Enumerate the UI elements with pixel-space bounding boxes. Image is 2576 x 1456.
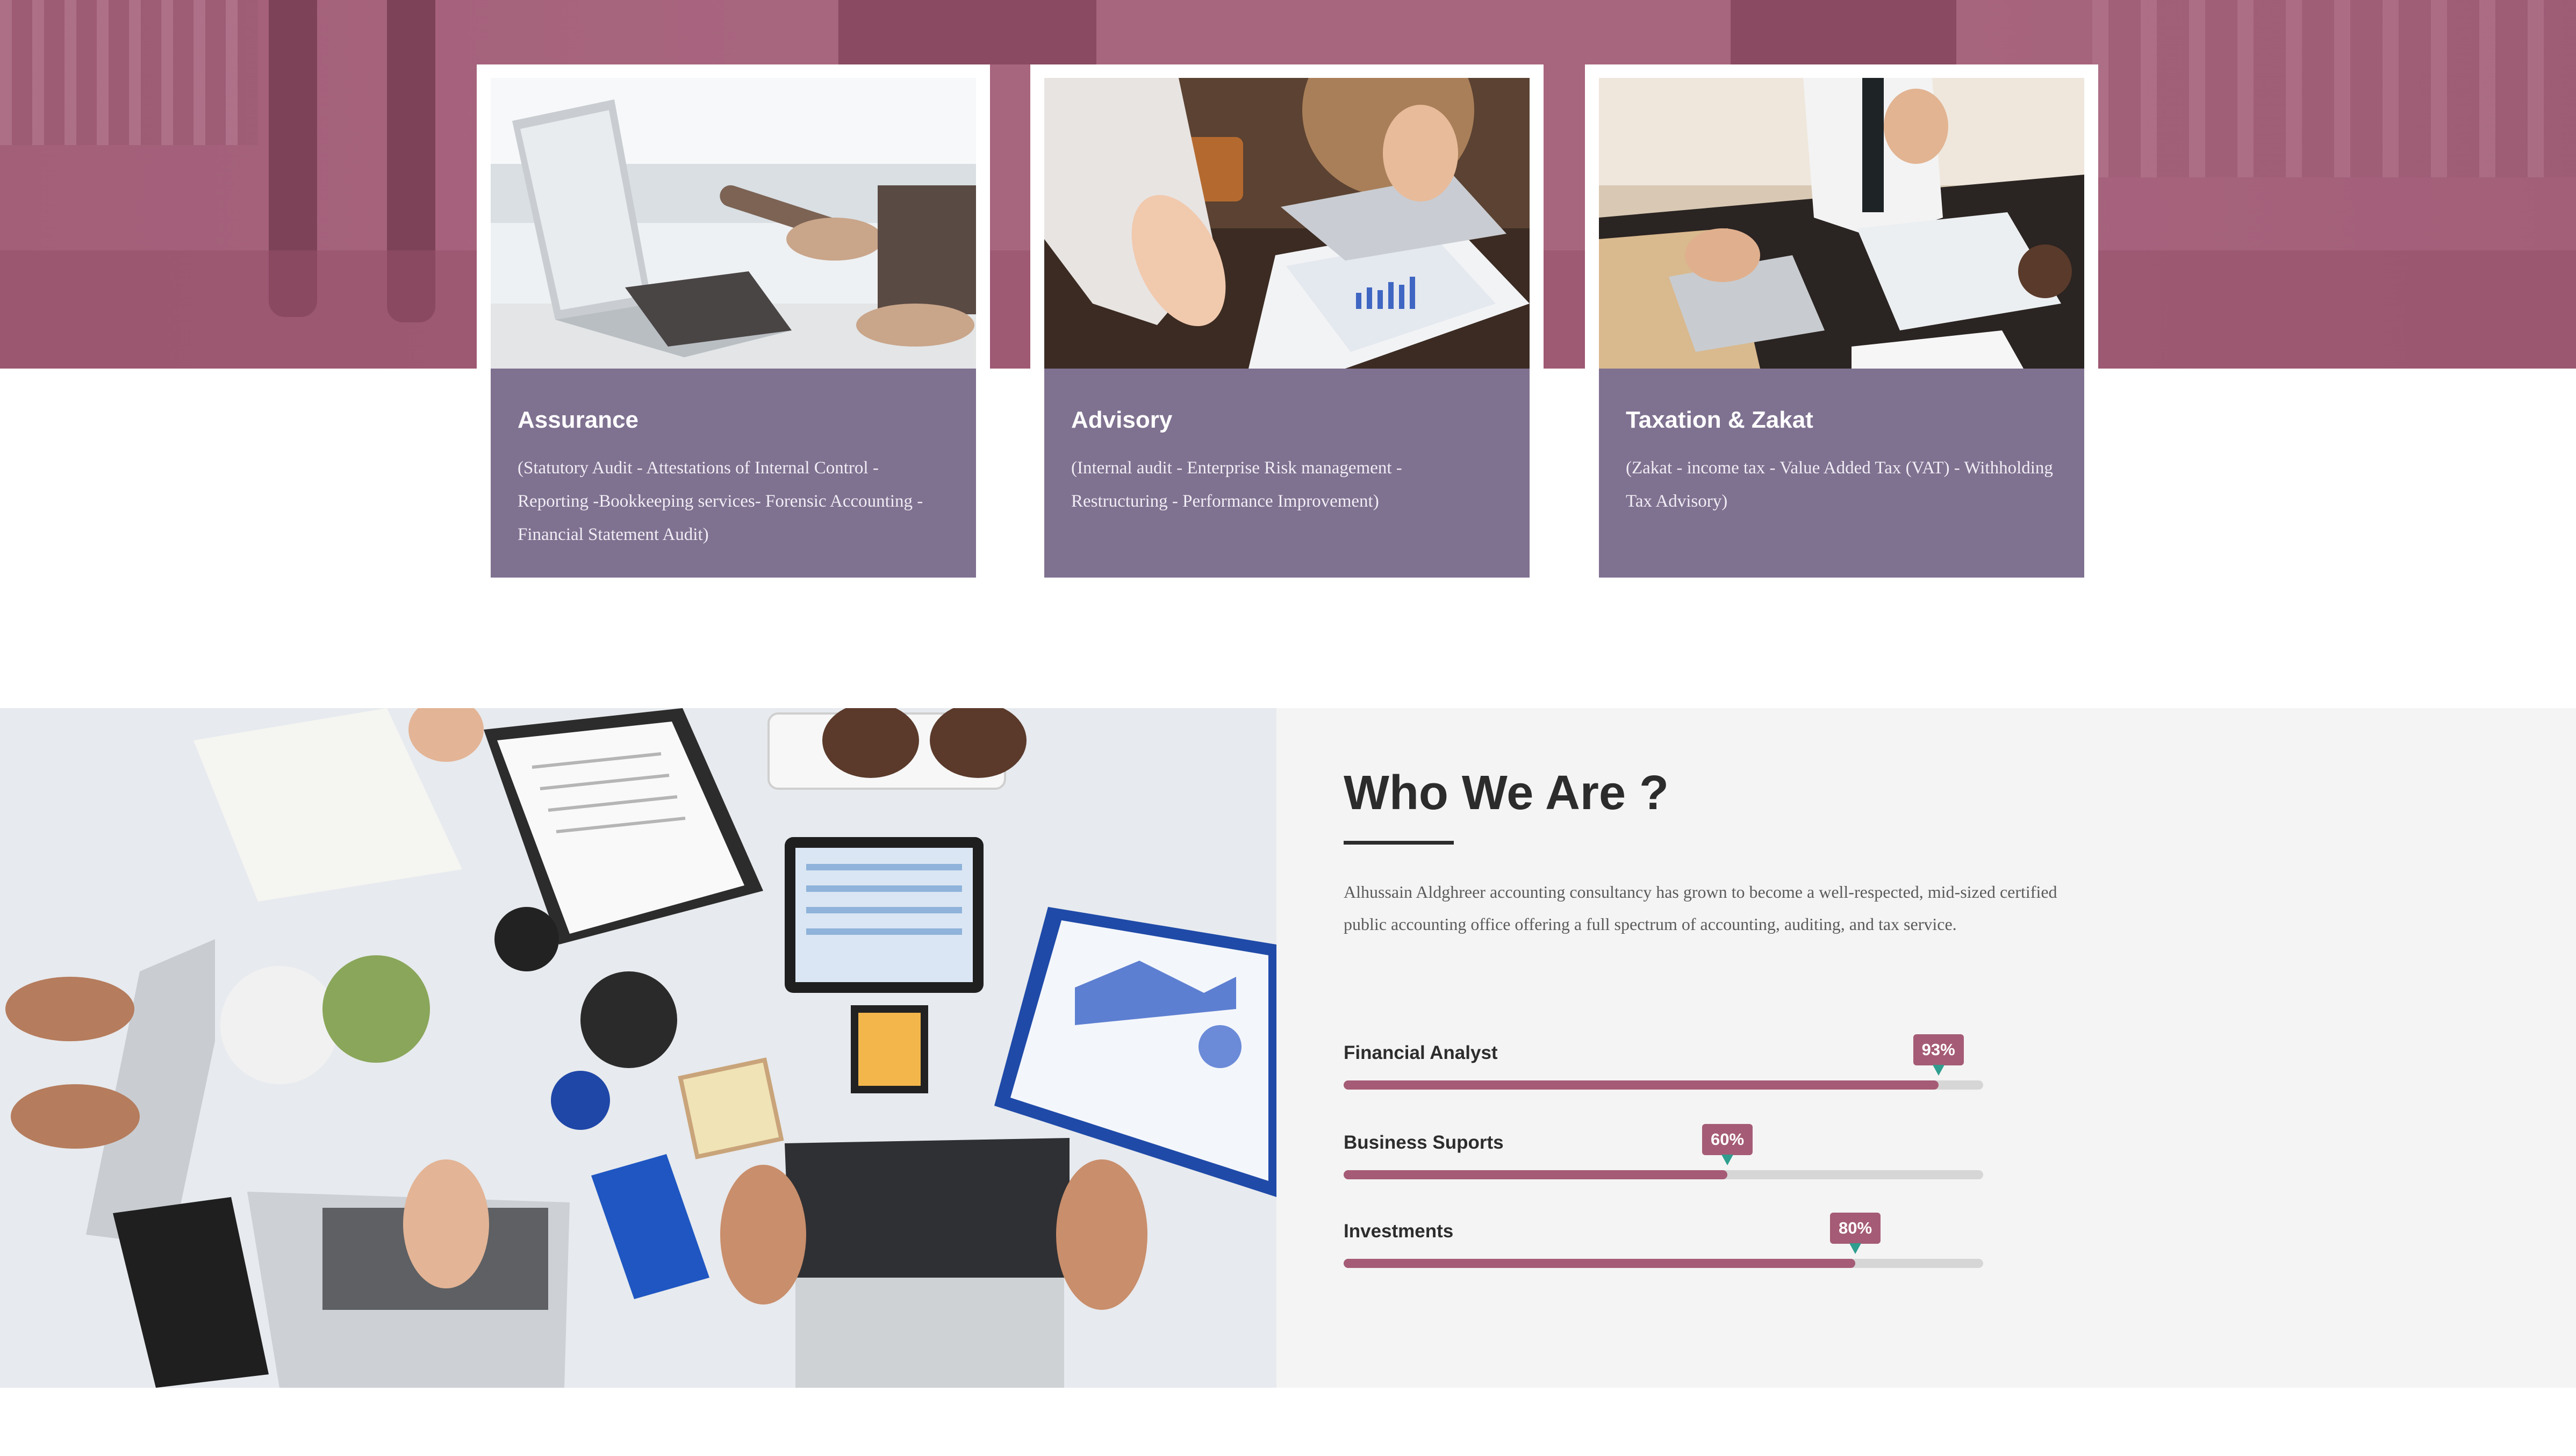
service-description: (Zakat - income tax - Value Added Tax (V… bbox=[1626, 458, 2053, 511]
service-description: (Statutory Audit - Attestations of Inter… bbox=[518, 458, 923, 544]
skill-percent-badge: 60% bbox=[1702, 1124, 1753, 1155]
about-intro-text: Alhussain Aldghreer accounting consultan… bbox=[1344, 882, 2057, 934]
skill-label: Investments bbox=[1344, 1221, 1454, 1242]
service-card-assurance[interactable]: Assurance (Statutory Audit - Attestation… bbox=[491, 78, 976, 578]
laptop-calculator-photo bbox=[491, 78, 976, 369]
skill-progress-fill bbox=[1344, 1259, 1855, 1268]
heading-underline bbox=[1344, 841, 1454, 845]
skill-marker-icon bbox=[1932, 1065, 1944, 1076]
skill-progress-fill bbox=[1344, 1080, 1939, 1090]
skill-progress-track bbox=[1344, 1259, 1983, 1268]
team-desk-photo bbox=[0, 708, 1276, 1388]
service-title: Assurance bbox=[518, 407, 639, 433]
skill-label: Business Suports bbox=[1344, 1132, 1504, 1153]
section-heading: Who We Are ? bbox=[1344, 766, 1669, 820]
skill-label: Financial Analyst bbox=[1344, 1042, 1498, 1063]
chart-review-photo bbox=[1044, 78, 1530, 369]
service-title: Advisory bbox=[1071, 407, 1173, 433]
service-card-advisory[interactable]: Advisory (Internal audit - Enterprise Ri… bbox=[1044, 78, 1530, 578]
service-description: (Internal audit - Enterprise Risk manage… bbox=[1071, 458, 1402, 511]
skill-progress-fill bbox=[1344, 1170, 1727, 1179]
skill-progress-track bbox=[1344, 1080, 1983, 1090]
service-card-taxation[interactable]: Taxation & Zakat (Zakat - income tax - V… bbox=[1599, 78, 2084, 578]
skill-marker-icon bbox=[1721, 1155, 1733, 1165]
skill-progress-track bbox=[1344, 1170, 1983, 1179]
skill-marker-icon bbox=[1849, 1243, 1861, 1254]
skill-percent-badge: 80% bbox=[1829, 1213, 1881, 1244]
service-title: Taxation & Zakat bbox=[1626, 407, 1813, 433]
skill-percent-badge: 93% bbox=[1913, 1034, 1964, 1065]
desk-documents-photo bbox=[1599, 78, 2084, 369]
page-bottom-spacer bbox=[0, 1388, 2576, 1456]
